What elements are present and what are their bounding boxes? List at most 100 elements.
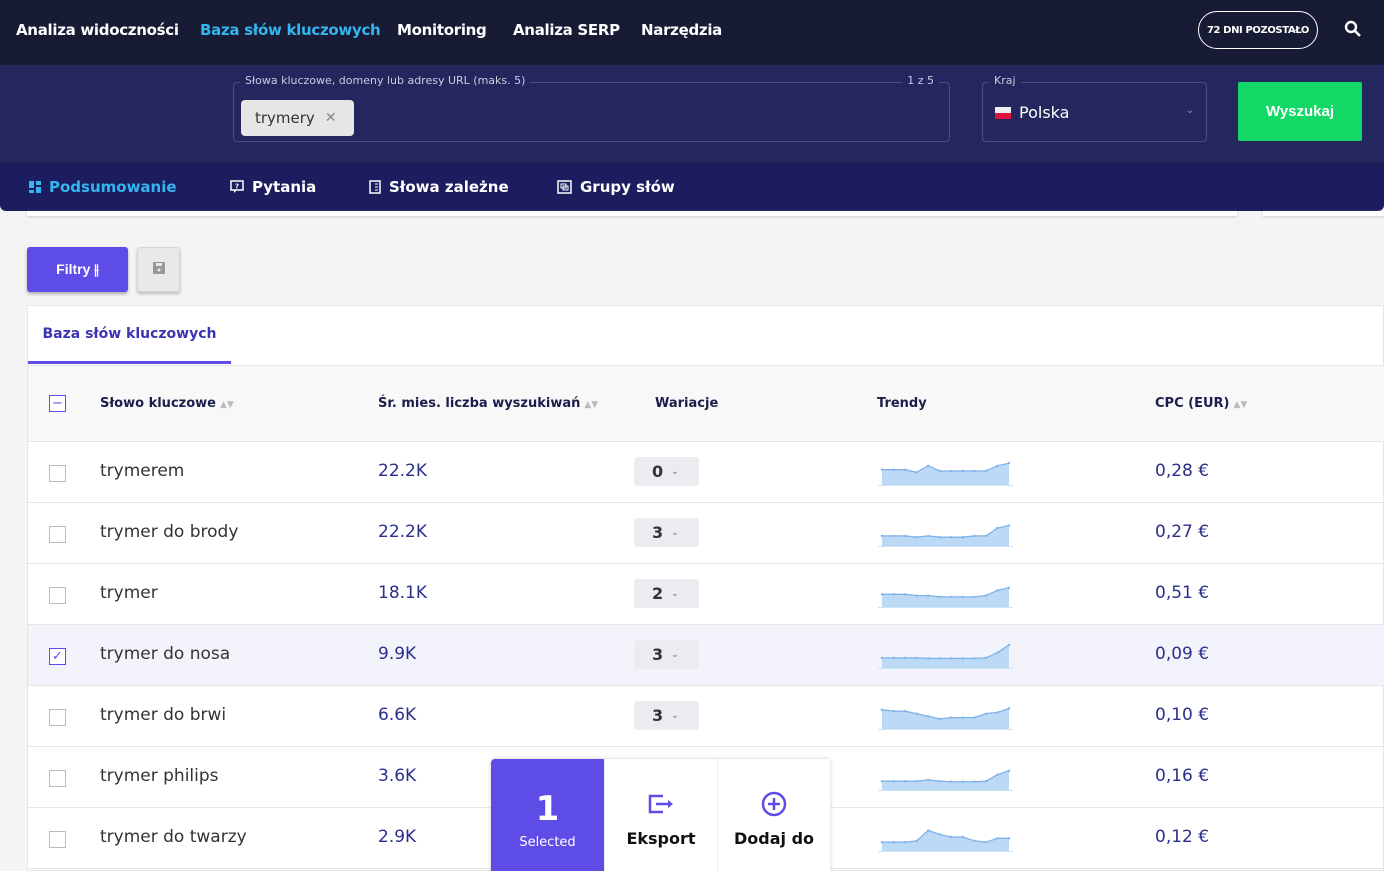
country-select[interactable]: Kraj Polska ⌄ [982, 74, 1207, 142]
nav-analiza-widocznosci[interactable]: Analiza widoczności [16, 21, 179, 39]
variations-dropdown[interactable]: 0 ⌄ [634, 457, 699, 486]
question-icon: ? [230, 180, 244, 193]
summary-card-edge [1263, 211, 1384, 216]
plus-circle-icon [761, 791, 787, 817]
row-checkbox[interactable] [49, 770, 66, 787]
row-checkbox[interactable] [49, 526, 66, 543]
table-row[interactable]: trymer 18.1K 2 ⌄ 0,51 € [28, 564, 1384, 625]
save-filters-button[interactable] [137, 247, 180, 292]
row-checkbox[interactable] [49, 831, 66, 848]
column-label: Śr. mies. liczba wyszukiwań [378, 396, 581, 411]
row-checkbox[interactable] [49, 709, 66, 726]
trend-point [926, 829, 930, 832]
nav-baza-slow[interactable]: Baza słów kluczowych [200, 21, 381, 39]
trend-point [926, 464, 930, 467]
trend-sparkline [878, 524, 1013, 547]
trend-point [984, 469, 988, 473]
search-volume: 18.1K [378, 583, 427, 603]
trend-point [961, 536, 965, 539]
trend-point [984, 594, 988, 597]
tab-label: Słowa zależne [389, 178, 509, 196]
days-remaining-badge[interactable]: 72 DNI POZOSTAŁO [1198, 11, 1318, 49]
row-checkbox[interactable] [49, 465, 66, 482]
chevron-down-icon: ⌄ [671, 710, 679, 721]
trend-point [950, 716, 953, 719]
keyword[interactable]: trymer philips [100, 766, 219, 786]
chevron-down-icon: ⌄ [671, 649, 679, 660]
trend-point [961, 469, 965, 473]
trend-point [1007, 707, 1011, 710]
trend-point [950, 595, 953, 599]
trend-point [996, 711, 999, 714]
tab-baza-slow-kluczowych[interactable]: Baza słów kluczowych [28, 306, 231, 364]
filters-label: Filtry [56, 261, 91, 277]
column-volume[interactable]: Śr. mies. liczba wyszukiwań ▲▼ [378, 396, 598, 411]
column-cpc[interactable]: CPC (EUR) ▲▼ [1155, 396, 1247, 411]
trend-point [938, 780, 941, 783]
variations-dropdown[interactable]: 2 ⌄ [634, 579, 699, 608]
trend-area [882, 463, 1009, 485]
table-row[interactable]: ✓ trymer do nosa 9.9K 3 ⌄ 0,09 € [28, 625, 1384, 686]
trend-point [903, 534, 907, 538]
top-navigation: Analiza widoczności Baza słów kluczowych… [0, 0, 1384, 65]
variations-dropdown[interactable]: 3 ⌄ [634, 701, 699, 730]
variations-count: 2 [652, 584, 664, 603]
trend-point [926, 594, 930, 597]
select-all-checkbox[interactable]: − [49, 395, 66, 412]
search-button[interactable]: Wyszukaj [1238, 82, 1362, 141]
keyword[interactable]: trymer [100, 583, 158, 603]
nav-monitoring[interactable]: Monitoring [397, 21, 487, 39]
variations-dropdown[interactable]: 3 ⌄ [634, 518, 699, 547]
cpc-value: 0,27 € [1155, 522, 1210, 542]
trend-sparkline [878, 643, 1013, 669]
export-button[interactable]: Eksport [604, 759, 717, 871]
trend-point [950, 835, 953, 839]
cpc-value: 0,09 € [1155, 644, 1210, 664]
keyword[interactable]: trymer do brwi [100, 705, 226, 725]
row-checkbox[interactable] [49, 587, 66, 604]
trend-point [892, 468, 895, 471]
search-volume: 2.9K [378, 827, 417, 847]
tab-grupy-slow[interactable]: Grupy słów [557, 178, 675, 196]
nav-analiza-serp[interactable]: Analiza SERP [513, 21, 620, 39]
cpc-value: 0,28 € [1155, 461, 1210, 481]
nav-narzedzia[interactable]: Narzędzia [641, 21, 722, 39]
search-icon[interactable] [1344, 20, 1362, 38]
keyword-chip: trymery ✕ [241, 100, 354, 136]
trend-point [973, 534, 976, 538]
keyword-input[interactable]: Słowa kluczowe, domeny lub adresy URL (m… [233, 74, 950, 142]
trend-point [1007, 462, 1011, 465]
keyword[interactable]: trymer do nosa [100, 644, 230, 664]
keyword[interactable]: trymer do twarzy [100, 827, 247, 847]
dashboard-icon [29, 181, 41, 193]
variations-dropdown[interactable]: 3 ⌄ [634, 640, 699, 669]
column-keyword[interactable]: Słowo kluczowe ▲▼ [100, 396, 234, 411]
trend-line [882, 644, 1010, 660]
keyword[interactable]: trymerem [100, 461, 184, 481]
trend-point [1007, 643, 1011, 647]
trend-point [950, 469, 953, 473]
column-trends: Trendy [877, 396, 927, 411]
trend-point [961, 657, 965, 660]
tab-pytania[interactable]: ? Pytania [230, 178, 316, 196]
trend-point [880, 656, 884, 660]
tab-slowa-zalezne[interactable]: Słowa zależne [369, 178, 509, 196]
cpc-value: 0,51 € [1155, 583, 1210, 603]
add-to-label: Dodaj do [733, 829, 815, 848]
table-row[interactable]: trymerem 22.2K 0 ⌄ 0,28 € [28, 442, 1384, 503]
row-checkbox[interactable]: ✓ [49, 648, 66, 665]
keyword[interactable]: trymer do brody [100, 522, 238, 542]
trend-point [938, 717, 941, 721]
filters-button[interactable]: Filtry ⫲ [27, 247, 128, 292]
tab-podsumowanie[interactable]: Podsumowanie [29, 178, 177, 196]
add-to-button[interactable]: Dodaj do [717, 759, 830, 871]
trend-point [938, 595, 941, 599]
close-icon[interactable]: ✕ [325, 110, 337, 126]
table-row[interactable]: trymer do brody 22.2K 3 ⌄ 0,27 € [28, 503, 1384, 564]
trend-point [973, 839, 976, 843]
group-icon [557, 180, 572, 194]
chip-label: trymery [255, 109, 315, 127]
table-row[interactable]: trymer do brwi 6.6K 3 ⌄ 0,10 € [28, 686, 1384, 747]
trend-point [915, 712, 918, 715]
section-tabs: Podsumowanie ? Pytania Słowa zależne Gru… [0, 163, 1384, 211]
